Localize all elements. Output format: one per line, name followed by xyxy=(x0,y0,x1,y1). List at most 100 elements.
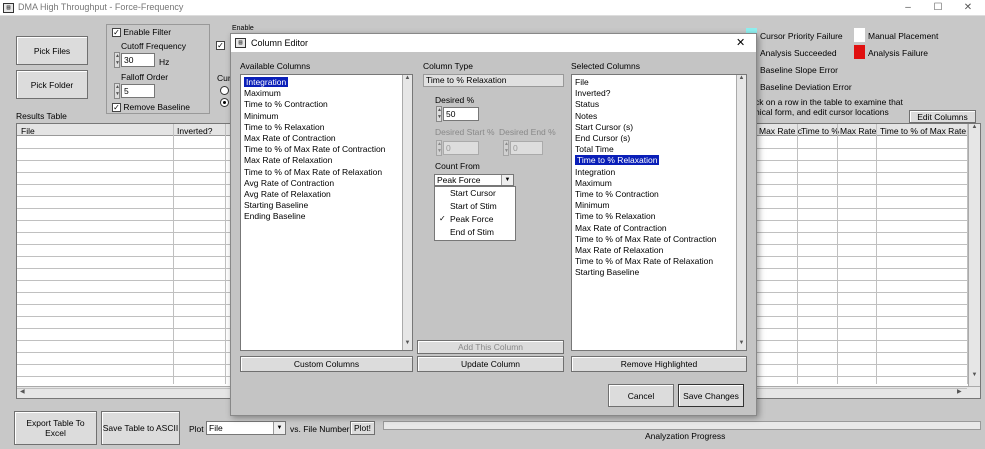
legend-label: Baseline Slope Error xyxy=(760,65,838,75)
selected-list-item[interactable]: End Cursor (s) xyxy=(575,133,630,144)
selected-list-item[interactable]: Integration xyxy=(575,167,615,178)
selected-list-item[interactable]: Max Rate of Contraction xyxy=(575,223,667,234)
falloff-input[interactable]: 5 xyxy=(121,84,155,98)
selected-list-item[interactable]: Start Cursor (s) xyxy=(575,122,633,133)
table-header-time-to-pct-max[interactable]: Time to % of Max Rate of xyxy=(880,126,976,136)
save-changes-button[interactable]: Save Changes xyxy=(678,384,744,407)
available-list-item[interactable]: Max Rate of Contraction xyxy=(244,133,336,144)
available-list-item[interactable]: Time to % of Max Rate of Relaxation xyxy=(244,167,382,178)
dialog-app-icon: ▤ xyxy=(235,38,246,48)
chevron-down-icon[interactable]: ▼ xyxy=(273,422,285,434)
update-column-button[interactable]: Update Column xyxy=(417,356,564,372)
available-columns-list[interactable]: Integration Maximum Time to % Contraction M… xyxy=(240,74,413,351)
desired-end-label: Desired End % xyxy=(499,127,556,137)
edit-columns-button[interactable]: Edit Columns xyxy=(909,110,976,123)
chevron-down-icon[interactable]: ▼ xyxy=(501,175,513,185)
cutoff-input[interactable]: 30 xyxy=(121,53,155,67)
pick-folder-button[interactable]: Pick Folder xyxy=(16,70,88,99)
count-from-option-peak-force[interactable]: Peak Force xyxy=(450,213,493,226)
available-list-item-label: Time to % of Max Rate of Relaxation xyxy=(244,166,383,177)
maximize-icon[interactable]: ☐ xyxy=(923,0,953,16)
selected-list-item[interactable]: Total Time xyxy=(575,144,614,155)
table-header-file[interactable]: File xyxy=(21,126,35,136)
export-excel-button[interactable]: Export Table To Excel xyxy=(14,411,97,445)
available-list-item[interactable]: Time to % of Max Rate of Contraction xyxy=(244,144,385,155)
custom-columns-button[interactable]: Custom Columns xyxy=(240,356,413,372)
selected-list-item[interactable]: File xyxy=(575,77,589,88)
plot-button[interactable]: Plot! xyxy=(350,421,375,435)
selected-list-item[interactable]: Starting Baseline xyxy=(575,267,639,278)
legend-label: Analysis Failure xyxy=(868,48,928,58)
selected-list-item[interactable]: Maximum xyxy=(575,178,612,189)
available-list-item[interactable]: Time to % Relaxation xyxy=(244,122,324,133)
remove-baseline-checkbox[interactable]: ✓ Remove Baseline xyxy=(112,102,190,112)
selected-list-item[interactable]: Time to % Contraction xyxy=(575,189,659,200)
close-icon[interactable]: ✕ xyxy=(736,36,745,49)
selected-list-item[interactable]: Status xyxy=(575,99,599,110)
selected-columns-label: Selected Columns xyxy=(571,61,640,71)
pick-files-button[interactable]: Pick Files xyxy=(16,36,88,65)
selected-list-item[interactable]: Time to % Relaxation xyxy=(575,155,660,166)
cancel-button[interactable]: Cancel xyxy=(608,384,674,407)
cur-label: Cur xyxy=(217,73,231,83)
legend-label: Manual Placement xyxy=(868,31,939,41)
desired-start-stepper[interactable]: ▲ ▼ xyxy=(436,140,442,156)
desired-end-input[interactable]: 0 xyxy=(510,141,543,155)
enable-checkbox[interactable]: ✓ xyxy=(216,40,225,50)
selected-list-item[interactable]: Time to % of Max Rate of Contraction xyxy=(575,234,716,245)
add-column-button[interactable]: Add This Column xyxy=(417,340,564,354)
available-list-item[interactable]: Minimum xyxy=(244,111,278,122)
count-from-option-start-cursor[interactable]: Start Cursor xyxy=(450,187,496,200)
table-header-max-rate[interactable]: Max Rate xyxy=(840,126,876,136)
selected-scrollbar[interactable]: ▲ ▼ xyxy=(736,75,746,350)
selected-list-item[interactable]: Inverted? xyxy=(575,88,610,99)
selected-list-item[interactable]: Max Rate of Relaxation xyxy=(575,245,663,256)
selected-list-item[interactable]: Minimum xyxy=(575,200,609,211)
selected-list-item-label: Max Rate of Relaxation xyxy=(575,245,664,255)
available-list-item[interactable]: Time to % Contraction xyxy=(244,99,328,110)
selected-columns-list[interactable]: File Inverted? Status Notes Start Cursor (s)… xyxy=(571,74,747,351)
table-header-max-rate-c[interactable]: Max Rate c xyxy=(759,126,802,136)
selected-list-item-label: Integration xyxy=(575,166,616,177)
selected-list-item-label: Inverted? xyxy=(575,88,611,99)
available-list-item[interactable]: Maximum xyxy=(244,88,281,99)
minimize-icon[interactable]: – xyxy=(893,0,923,16)
falloff-stepper[interactable]: ▲ ▼ xyxy=(114,83,120,99)
available-list-item-label: Time to % of Max Rate of Contraction xyxy=(244,144,386,155)
available-list-item[interactable]: Max Rate of Relaxation xyxy=(244,155,332,166)
close-window-icon[interactable]: ✕ xyxy=(953,0,983,16)
available-list-item-label: Starting Baseline xyxy=(244,200,309,211)
available-list-item[interactable]: Starting Baseline xyxy=(244,200,308,211)
column-editor-dialog: ▤ Column Editor ✕ Available Columns Inte… xyxy=(230,33,757,416)
cutoff-stepper[interactable]: ▲ ▼ xyxy=(114,52,120,68)
count-from-dropdown[interactable]: Start Cursor Start of Stim ✓ Peak Force … xyxy=(434,186,516,241)
available-scrollbar[interactable]: ▲ ▼ xyxy=(402,75,412,350)
count-from-option-end-stim[interactable]: End of Stim xyxy=(450,226,494,239)
count-from-option-start-stim[interactable]: Start of Stim xyxy=(450,200,497,213)
remove-highlighted-button[interactable]: Remove Highlighted xyxy=(571,356,747,372)
selected-list-item[interactable]: Notes xyxy=(575,111,597,122)
radio-option-2[interactable] xyxy=(220,98,229,107)
available-list-item[interactable]: Avg Rate of Contraction xyxy=(244,178,334,189)
desired-pct-input[interactable]: 50 xyxy=(443,107,479,121)
save-ascii-button[interactable]: Save Table to ASCII xyxy=(101,411,180,445)
selected-list-item[interactable]: Time to % of Max Rate of Relaxation xyxy=(575,256,713,267)
desired-end-stepper[interactable]: ▲ ▼ xyxy=(503,140,509,156)
selected-list-item[interactable]: Time to % Relaxation xyxy=(575,211,655,222)
radio-option-1[interactable] xyxy=(220,86,229,95)
count-from-select[interactable]: Peak Force ▼ xyxy=(434,174,514,186)
filter-panel xyxy=(106,24,210,114)
desired-pct-stepper[interactable]: ▲ ▼ xyxy=(436,106,442,122)
available-list-item[interactable]: Ending Baseline xyxy=(244,211,305,222)
available-list-item-label: Time to % Contraction xyxy=(244,99,328,110)
table-header-time-to-pct[interactable]: Time to % xyxy=(801,126,839,136)
table-vscrollbar[interactable]: ▲ ▼ xyxy=(968,124,980,386)
plot-select[interactable]: File ▼ xyxy=(206,421,286,435)
table-header-inverted[interactable]: Inverted? xyxy=(177,126,212,136)
available-list-item[interactable]: Avg Rate of Relaxation xyxy=(244,189,331,200)
desired-start-input[interactable]: 0 xyxy=(443,141,479,155)
dialog-title: Column Editor xyxy=(251,38,309,48)
available-list-item[interactable]: Integration xyxy=(244,77,289,88)
enable-filter-checkbox[interactable]: ✓ Enable Filter xyxy=(112,27,171,37)
falloff-label: Falloff Order xyxy=(121,72,169,82)
